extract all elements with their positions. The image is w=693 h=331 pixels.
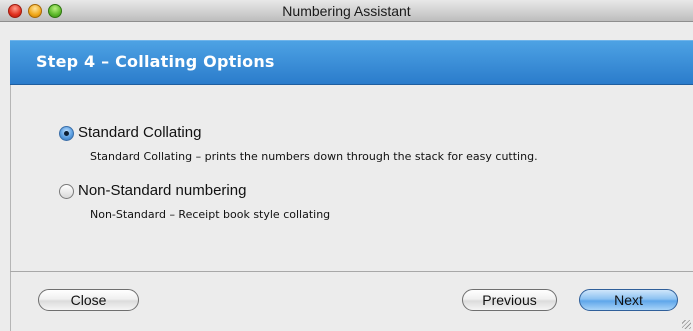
assistant-window: Numbering Assistant Step 4 – Collating O…	[0, 0, 693, 331]
title-bar[interactable]: Numbering Assistant	[0, 0, 693, 22]
previous-button[interactable]: Previous	[462, 289, 557, 311]
option-description-standard: Standard Collating – prints the numbers …	[90, 150, 538, 163]
close-button[interactable]: Close	[38, 289, 139, 311]
next-button[interactable]: Next	[579, 289, 678, 311]
option-description-non-standard: Non-Standard – Receipt book style collat…	[90, 208, 331, 221]
options-panel: Standard Collating Standard Collating – …	[10, 85, 693, 271]
step-header-banner: Step 4 – Collating Options	[10, 40, 693, 85]
resize-grip-icon[interactable]	[682, 320, 691, 329]
radio-non-standard-numbering[interactable]	[59, 184, 74, 199]
window-title: Numbering Assistant	[282, 3, 411, 19]
button-bar: Close Previous Next	[10, 272, 693, 331]
radio-standard-collating[interactable]	[59, 126, 74, 141]
step-title: Step 4 – Collating Options	[36, 52, 275, 71]
option-label-standard[interactable]: Standard Collating	[78, 124, 201, 141]
option-label-non-standard[interactable]: Non-Standard numbering	[78, 182, 246, 199]
